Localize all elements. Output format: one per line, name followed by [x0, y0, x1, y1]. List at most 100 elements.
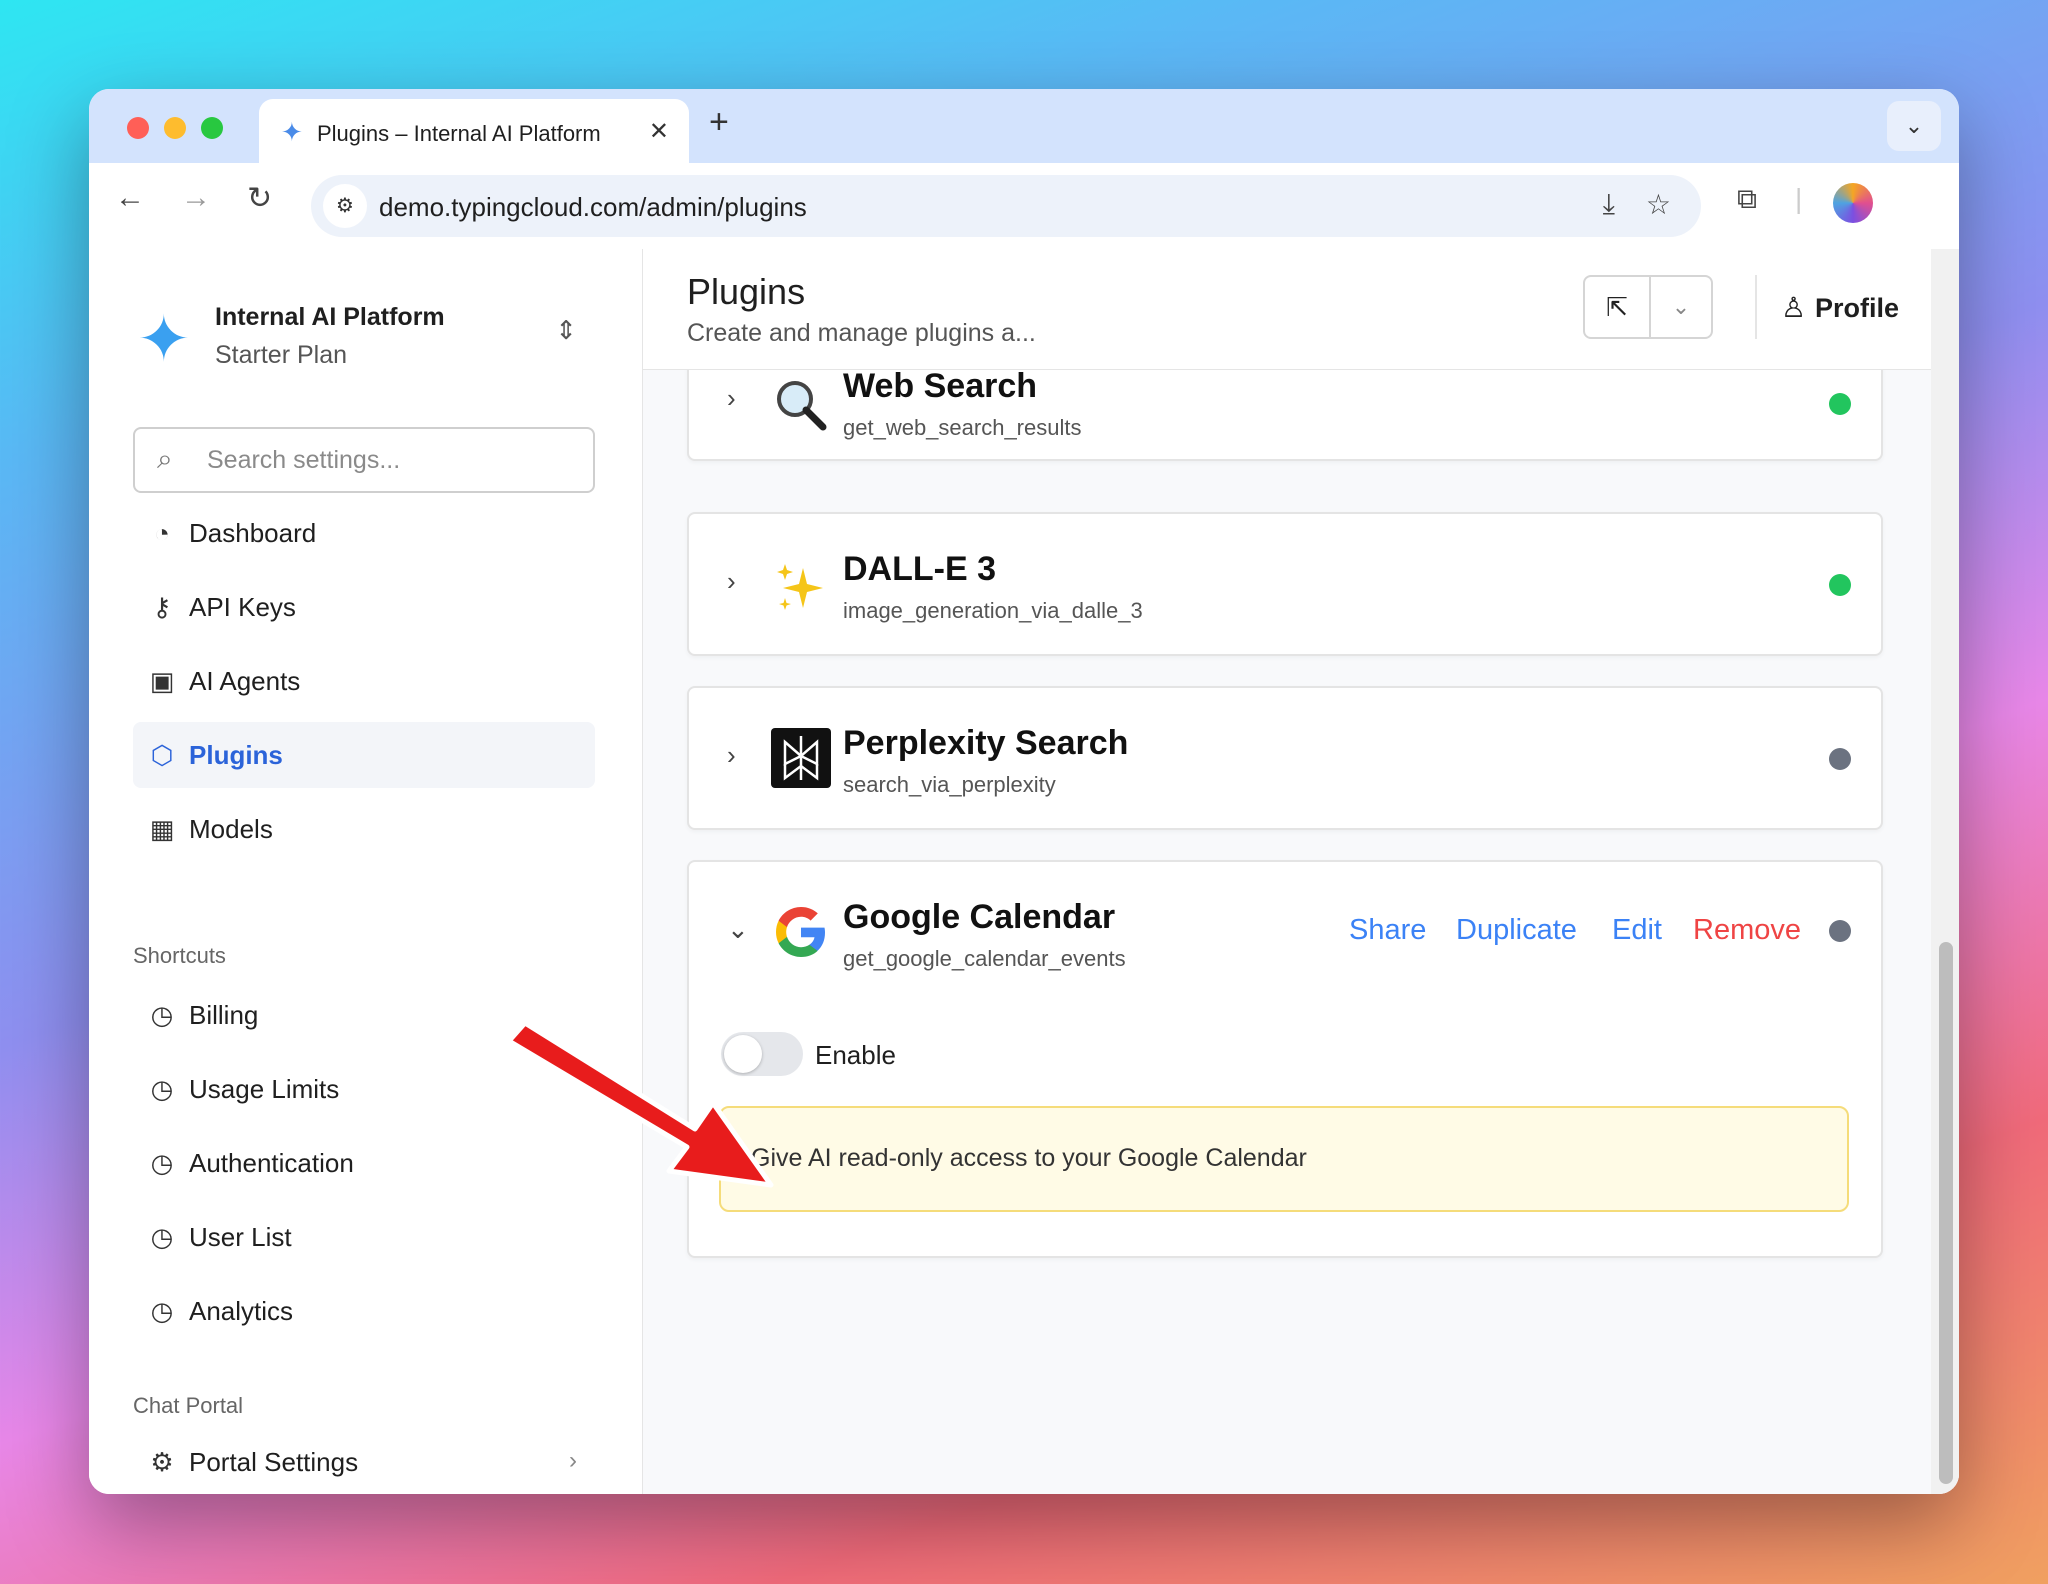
sidebar-item-label: Portal Settings: [189, 1447, 359, 1477]
sidebar-item-analytics[interactable]: ◷ Analytics: [133, 1278, 595, 1344]
duplicate-button[interactable]: Duplicate: [1456, 914, 1577, 947]
chevron-right-icon[interactable]: ›: [727, 740, 736, 771]
magnifier-icon: [777, 381, 827, 431]
sidebar-item-label: Plugins: [189, 740, 283, 770]
red-arrow-annotation: [506, 1020, 774, 1188]
settings-search: ⌕: [133, 427, 595, 493]
tab-search-button[interactable]: ⌄: [1887, 101, 1941, 151]
sidebar-item-label: Billing: [189, 1000, 259, 1030]
plugin-name: Google Calendar: [843, 898, 1116, 936]
profile-label: Profile: [1815, 293, 1900, 323]
sidebar-item-dashboard[interactable]: ◔ Dashboard: [133, 500, 595, 566]
sparkle-logo-icon: ✦: [137, 303, 191, 375]
search-icon: ⌕: [157, 443, 173, 474]
scrollbar-track[interactable]: [1931, 249, 1959, 1494]
pie-chart-icon: ◔: [154, 518, 170, 548]
sidebar-item-user-list[interactable]: ◷ User List: [133, 1204, 595, 1270]
page-subtitle: Create and manage plugins a...: [687, 319, 1036, 347]
url-text: demo.typingcloud.com/admin/plugins: [379, 192, 807, 222]
profile-button[interactable]: ♙ Profile: [1755, 275, 1899, 339]
sidebar-item-label: API Keys: [189, 592, 296, 622]
app-content: ✦ Internal AI Platform Starter Plan ⇕ ⌕ …: [89, 249, 1959, 1494]
plugin-card-perplexity-search[interactable]: › Perplexity Search search_via_perplexit…: [687, 686, 1883, 830]
plugin-name: Web Search: [843, 367, 1038, 405]
sidebar-item-label: Analytics: [189, 1296, 294, 1326]
page-title: Plugins: [687, 271, 806, 312]
tab-strip: ✦ Plugins – Internal AI Platform ✕ + ⌄: [89, 89, 1959, 163]
agent-icon: ▣: [149, 666, 175, 696]
bookmark-star-icon[interactable]: ☆: [1646, 188, 1671, 221]
clock-icon: ◷: [150, 1148, 174, 1178]
user-icon: ♙: [1781, 292, 1807, 323]
chevron-right-icon[interactable]: ›: [727, 566, 736, 597]
address-bar[interactable]: ⚙ demo.typingcloud.com/admin/plugins ⤓ ☆: [311, 175, 1701, 237]
sidebar-item-ai-agents[interactable]: ▣ AI Agents: [133, 648, 595, 714]
chevron-right-icon[interactable]: ›: [727, 383, 736, 414]
profile-avatar[interactable]: [1833, 183, 1873, 223]
clock-icon: ◷: [150, 1000, 174, 1030]
google-logo-icon: [776, 907, 825, 957]
back-arrow-icon[interactable]: ←: [115, 181, 145, 215]
chevron-down-icon[interactable]: ⌄: [1651, 277, 1711, 337]
plugin-description-box: Give AI read-only access to your Google …: [719, 1106, 1849, 1212]
plugin-function: search_via_perplexity: [843, 772, 1056, 797]
sidebar-item-plugins[interactable]: ⬡ Plugins: [133, 722, 595, 788]
puzzle-icon: ⬡: [150, 740, 174, 770]
gear-icon: ⚙: [150, 1447, 174, 1477]
new-tab-button[interactable]: +: [709, 103, 729, 142]
status-dot: [1829, 574, 1851, 596]
tab-title: Plugins – Internal AI Platform: [317, 121, 601, 146]
shortcuts-heading: Shortcuts: [133, 943, 226, 968]
remove-button[interactable]: Remove: [1693, 914, 1801, 947]
sidebar-item-models[interactable]: ▦ Models: [133, 796, 595, 862]
sidebar-item-portal-settings[interactable]: ⚙ Portal Settings ›: [133, 1429, 595, 1494]
plugin-name: DALL-E 3: [843, 550, 996, 588]
browser-tab[interactable]: ✦ Plugins – Internal AI Platform ✕: [259, 99, 689, 163]
external-link-icon[interactable]: ⇱: [1585, 277, 1651, 337]
share-button[interactable]: Share: [1349, 914, 1426, 947]
plugin-function: image_generation_via_dalle_3: [843, 598, 1143, 623]
maximize-window-button[interactable]: [201, 117, 223, 139]
sparkles-icon: [777, 564, 823, 610]
extensions-puzzle-icon[interactable]: ⧉: [1737, 183, 1757, 216]
close-window-button[interactable]: [127, 117, 149, 139]
plugin-card-google-calendar[interactable]: ⌄ Google Calendar get_google_calendar_ev…: [687, 860, 1883, 1258]
sidebar-item-label: AI Agents: [189, 666, 301, 696]
plugin-function: get_google_calendar_events: [843, 946, 1126, 971]
site-settings-icon[interactable]: ⚙: [323, 184, 367, 228]
enable-label: Enable: [815, 1040, 896, 1070]
status-dot: [1829, 393, 1851, 415]
toolbar-divider: |: [1795, 183, 1803, 214]
clock-icon: ◷: [150, 1074, 174, 1104]
sidebar-item-label: Authentication: [189, 1148, 354, 1178]
page-header: Plugins Create and manage plugins a... ⇱…: [643, 249, 1931, 370]
install-app-icon[interactable]: ⤓: [1603, 188, 1615, 221]
close-tab-icon[interactable]: ✕: [649, 117, 669, 146]
browser-window: ✦ Plugins – Internal AI Platform ✕ + ⌄ ←…: [89, 89, 1959, 1494]
search-input[interactable]: [205, 439, 569, 481]
sidebar-item-label: Usage Limits: [189, 1074, 340, 1104]
reload-icon[interactable]: ↻: [247, 181, 272, 216]
open-external-button-group: ⇱ ⌄: [1583, 275, 1713, 339]
key-icon: ⚷: [152, 592, 172, 622]
org-plan: Starter Plan: [215, 341, 348, 369]
edit-button[interactable]: Edit: [1612, 914, 1662, 947]
org-switcher[interactable]: ✦ Internal AI Platform Starter Plan ⇕: [137, 295, 577, 375]
perplexity-logo-icon: [771, 728, 831, 788]
sidebar: ✦ Internal AI Platform Starter Plan ⇕ ⌕ …: [89, 249, 643, 1494]
minimize-window-button[interactable]: [164, 117, 186, 139]
status-dot: [1829, 920, 1851, 942]
chevron-up-down-icon: ⇕: [555, 315, 577, 345]
sidebar-item-api-keys[interactable]: ⚷ API Keys: [133, 574, 595, 640]
clock-icon: ◷: [150, 1296, 174, 1326]
chevron-down-icon: ⌄: [1904, 113, 1924, 138]
chevron-down-icon[interactable]: ⌄: [727, 914, 749, 945]
scrollbar-thumb[interactable]: [1939, 942, 1953, 1484]
status-dot: [1829, 748, 1851, 770]
plugin-name: Perplexity Search: [843, 724, 1129, 762]
plugin-card-dalle-3[interactable]: › DALL-E 3 image_generation_via_dalle_3: [687, 512, 1883, 656]
org-name: Internal AI Platform: [215, 303, 445, 331]
window-controls: [127, 117, 223, 139]
forward-arrow-icon[interactable]: →: [181, 181, 211, 215]
browser-toolbar: ← → ↻ ⚙ demo.typingcloud.com/admin/plugi…: [89, 163, 1959, 250]
